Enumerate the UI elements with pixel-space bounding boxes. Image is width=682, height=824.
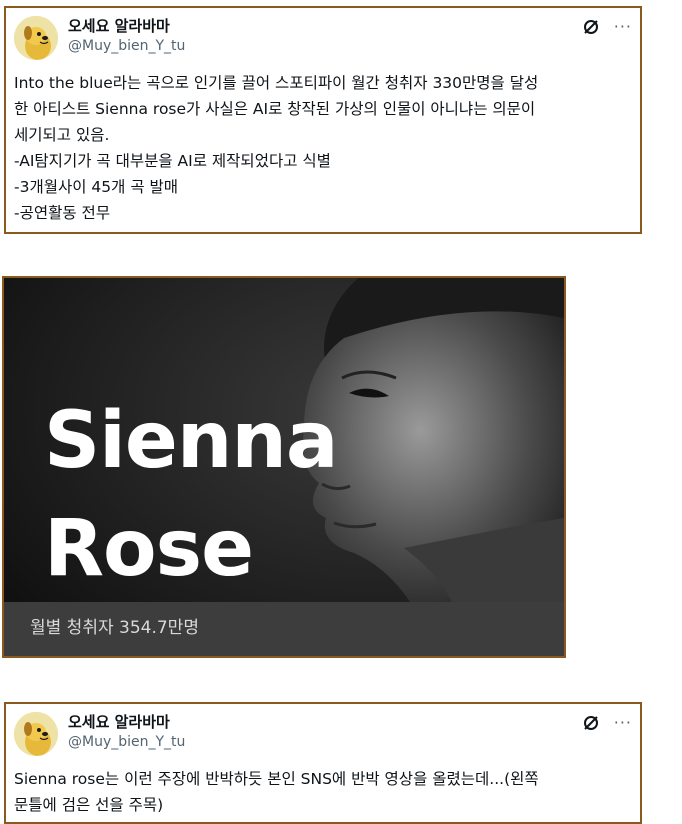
- header-actions: ···: [582, 714, 632, 732]
- display-name[interactable]: 오세요 알라바마: [68, 712, 185, 732]
- yellow-dog-avatar-icon[interactable]: [14, 16, 58, 60]
- tweet-text-line: 문틀에 검은 선을 주목): [14, 796, 164, 814]
- artist-name-line1: Sienna: [44, 396, 339, 486]
- tweet-header: 오세요 알라바마 @Muy_bien_Y_tu ···: [14, 710, 632, 760]
- artist-name-line2: Rose: [44, 504, 254, 594]
- tweet-text-line: Sienna rose는 이런 주장에 반박하듯 본인 SNS에 반박 영상을 …: [14, 770, 539, 788]
- media-footer: 월별 청취자 354.7만명: [4, 602, 564, 656]
- tweet-text-line: -AI탐지기가 곡 대부분을 AI로 제작되었다고 식별: [14, 152, 331, 170]
- user-meta: 오세요 알라바마 @Muy_bien_Y_tu: [68, 16, 185, 56]
- user-handle[interactable]: @Muy_bien_Y_tu: [68, 36, 185, 56]
- slashed-circle-icon[interactable]: [582, 18, 600, 36]
- tweet-header: 오세요 알라바마 @Muy_bien_Y_tu ···: [14, 14, 632, 64]
- user-meta: 오세요 알라바마 @Muy_bien_Y_tu: [68, 712, 185, 752]
- tweet-text: Sienna rose는 이런 주장에 반박하듯 본인 SNS에 반박 영상을 …: [14, 766, 632, 818]
- tweet-card[interactable]: 오세요 알라바마 @Muy_bien_Y_tu ··· Sienna rose는…: [4, 702, 642, 824]
- header-actions: ···: [582, 18, 632, 36]
- tweet-text-line: -공연활동 전무: [14, 204, 111, 222]
- tweet-text-line: 한 아티스트 Sienna rose가 사실은 AI로 창작된 가상의 인물이 …: [14, 100, 536, 118]
- tweet-text-line: Into the blue라는 곡으로 인기를 끌어 스포티파이 월간 청취자 …: [14, 74, 539, 92]
- artist-image-card[interactable]: Sienna Rose 월별 청취자 354.7만명: [2, 276, 566, 658]
- tweet-text-line: -3개월사이 45개 곡 발매: [14, 178, 179, 196]
- more-options-icon[interactable]: ···: [614, 18, 632, 36]
- display-name[interactable]: 오세요 알라바마: [68, 16, 185, 36]
- more-options-icon[interactable]: ···: [614, 714, 632, 732]
- user-handle[interactable]: @Muy_bien_Y_tu: [68, 732, 185, 752]
- tweet-text-line: 세기되고 있음.: [14, 126, 110, 144]
- monthly-listeners-caption: 월별 청취자 354.7만명: [30, 618, 199, 638]
- yellow-dog-avatar-icon[interactable]: [14, 712, 58, 756]
- tweet-text: Into the blue라는 곡으로 인기를 끌어 스포티파이 월간 청취자 …: [14, 70, 632, 226]
- tweet-card[interactable]: 오세요 알라바마 @Muy_bien_Y_tu ··· Into the blu…: [4, 6, 642, 234]
- slashed-circle-icon[interactable]: [582, 714, 600, 732]
